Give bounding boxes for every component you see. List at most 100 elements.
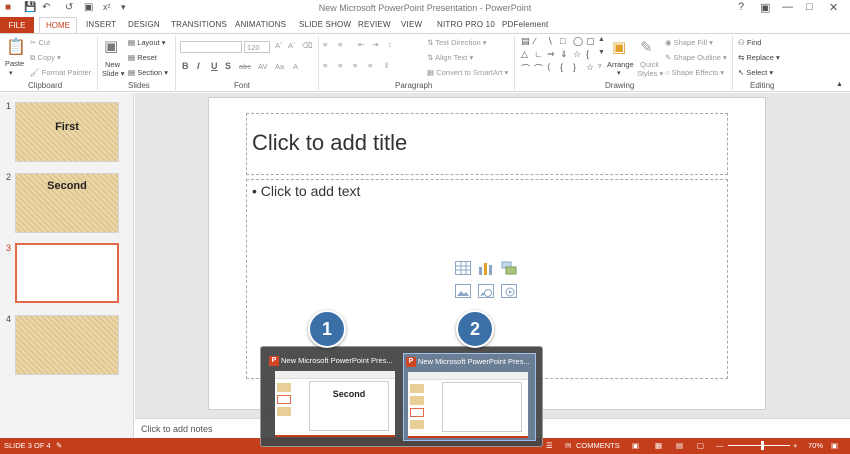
zoom-slider-handle[interactable] (761, 441, 764, 450)
layout-button[interactable]: ▤ Layout ▾ (128, 38, 166, 47)
insert-table-icon[interactable] (455, 261, 471, 275)
tab-animations[interactable]: ANIMATIONS (235, 20, 286, 29)
reading-view-icon[interactable]: ▤ (676, 441, 683, 450)
comments-button[interactable]: COMMENTS (576, 441, 620, 450)
change-case-icon[interactable]: Aa (275, 62, 284, 71)
shape-outline-button[interactable]: ✎ Shape Outline ▾ (665, 53, 727, 62)
strikethrough-button[interactable]: abc (239, 62, 251, 71)
tab-pdfelement[interactable]: PDFelement (502, 20, 548, 29)
slide-thumbnail-4[interactable] (15, 315, 119, 375)
maximize-icon[interactable]: □ (806, 1, 813, 13)
tab-slide-show[interactable]: SLIDE SHOW (299, 20, 351, 29)
shape-star2-icon[interactable]: ☆ (586, 62, 594, 73)
convert-smartart-button[interactable]: ▦ Convert to SmartArt ▾ (427, 68, 508, 77)
insert-online-picture-icon[interactable] (478, 284, 494, 298)
shape-elbow-icon[interactable]: ∟ (534, 49, 543, 59)
copy-button[interactable]: ⧉ Copy ▾ (30, 53, 61, 63)
numbering-icon[interactable]: ≡ (338, 40, 342, 49)
bold-button[interactable]: B (182, 61, 189, 71)
paste-button[interactable]: Paste (5, 59, 24, 68)
collapse-ribbon-icon[interactable]: ▲ (836, 81, 843, 88)
quick-styles-icon[interactable]: ✎ (640, 38, 653, 56)
clear-format-icon[interactable]: ⌫ (302, 41, 313, 50)
char-spacing-icon[interactable]: AV (258, 62, 267, 71)
arrange-button[interactable]: Arrange (607, 60, 634, 69)
shape-fill-button[interactable]: ◉ Shape Fill ▾ (665, 38, 713, 47)
shape-star-icon[interactable]: ☆ (573, 49, 581, 60)
align-right-icon[interactable]: ≡ (353, 61, 357, 70)
replace-button[interactable]: ⇆ Replace ▾ (738, 53, 780, 62)
find-button[interactable]: ⚇ Find (738, 38, 761, 47)
shapes-scroll-up-icon[interactable]: ▲ (598, 36, 605, 43)
tab-transitions[interactable]: TRANSITIONS (171, 20, 227, 29)
tab-file[interactable]: FILE (0, 17, 34, 34)
notes-toggle-icon[interactable]: ☰ (546, 441, 553, 450)
paste-icon[interactable]: 📋 (6, 37, 26, 57)
slide-sorter-icon[interactable]: ▦ (655, 441, 662, 450)
zoom-in-icon[interactable]: + (793, 441, 797, 450)
shapes-more-icon[interactable]: ▿ (598, 62, 602, 70)
shape-line2-icon[interactable]: ∖ (547, 36, 553, 47)
shapes-scroll-down-icon[interactable]: ▼ (598, 49, 605, 56)
insert-smartart-icon[interactable] (501, 261, 517, 275)
underline-button[interactable]: U (211, 61, 218, 71)
tab-view[interactable]: VIEW (401, 20, 422, 29)
zoom-level[interactable]: 70% (808, 441, 823, 450)
select-button[interactable]: ↖ Select ▾ (738, 68, 773, 77)
slide-thumbnail-1[interactable]: First (15, 102, 119, 162)
cut-button[interactable]: ✂ Cut (30, 38, 50, 47)
align-center-icon[interactable]: ≡ (338, 61, 342, 70)
quick-styles-button-line2[interactable]: Styles ▾ (637, 69, 663, 78)
shape-brace-icon[interactable]: { (586, 49, 589, 59)
shape-arrow-down-icon[interactable]: ⇓ (560, 49, 568, 60)
justify-icon[interactable]: ≡ (368, 61, 372, 70)
fit-to-window-icon[interactable]: ▣ (831, 441, 838, 450)
italic-button[interactable]: I (197, 61, 200, 71)
text-direction-button[interactable]: ⇅ Text Direction ▾ (427, 38, 487, 47)
slide-thumbnail-2[interactable]: Second (15, 173, 119, 233)
font-size-dropdown[interactable]: 120 (244, 41, 270, 53)
chevron-down-icon[interactable]: ▾ (9, 69, 13, 77)
insert-picture-icon[interactable] (455, 284, 471, 298)
title-placeholder[interactable]: Click to add title (246, 113, 728, 175)
shape-curve-icon[interactable]: ⌒ (521, 62, 530, 75)
shape-rectangle-icon[interactable]: □ (560, 36, 565, 46)
preview-window-1[interactable]: P New Microsoft PowerPoint Pres... Second (267, 353, 400, 441)
insert-chart-icon[interactable] (478, 261, 494, 275)
tab-review[interactable]: REVIEW (358, 20, 391, 29)
shadow-button[interactable]: S (225, 61, 231, 71)
close-icon[interactable]: ✕ (829, 1, 838, 14)
shape-textbox-icon[interactable]: ▤ (521, 36, 530, 47)
ribbon-display-icon[interactable]: ▣ (760, 1, 770, 14)
tab-design[interactable]: DESIGN (128, 20, 160, 29)
arrange-icon[interactable]: ▣ (612, 38, 626, 56)
section-button[interactable]: ▤ Section ▾ (128, 68, 168, 77)
decrease-indent-icon[interactable]: ⇤ (358, 40, 364, 49)
font-family-dropdown[interactable] (180, 41, 242, 53)
help-icon[interactable]: ? (738, 1, 744, 13)
zoom-slider[interactable] (728, 445, 790, 446)
preview-window-2[interactable]: P New Microsoft PowerPoint Pres... (403, 353, 536, 441)
format-painter-button[interactable]: 🖌 Format Painter (30, 68, 91, 77)
line-spacing-icon[interactable]: ↕ (388, 40, 392, 49)
insert-video-icon[interactable] (501, 284, 517, 298)
shape-bracket-icon[interactable]: ⟨ (547, 62, 551, 73)
new-slide-button-line2[interactable]: Slide ▾ (102, 69, 125, 78)
bullets-icon[interactable]: ≡ (323, 40, 327, 49)
align-left-icon[interactable]: ≡ (323, 61, 327, 70)
shape-line-icon[interactable]: ∕ (534, 36, 536, 46)
chevron-down-icon[interactable]: ▾ (617, 69, 621, 77)
quick-styles-button[interactable]: Quick (640, 60, 659, 69)
shrink-font-icon[interactable]: Aˇ (288, 41, 296, 50)
shape-effects-button[interactable]: ○ Shape Effects ▾ (665, 68, 724, 77)
new-slide-icon[interactable]: ▣ (104, 37, 118, 55)
slideshow-view-icon[interactable]: ▢ (697, 441, 704, 450)
align-text-button[interactable]: ⇅ Align Text ▾ (427, 53, 473, 62)
minimize-icon[interactable]: — (782, 1, 793, 13)
shape-arc-icon[interactable]: ⌒ (534, 62, 543, 75)
shape-brace-right-icon[interactable]: } (573, 62, 576, 72)
shape-oval-icon[interactable]: ◯ (573, 36, 583, 47)
shape-triangle-icon[interactable]: △ (521, 49, 528, 60)
zoom-out-icon[interactable]: — (716, 441, 724, 450)
columns-icon[interactable]: ‖ (385, 61, 388, 70)
